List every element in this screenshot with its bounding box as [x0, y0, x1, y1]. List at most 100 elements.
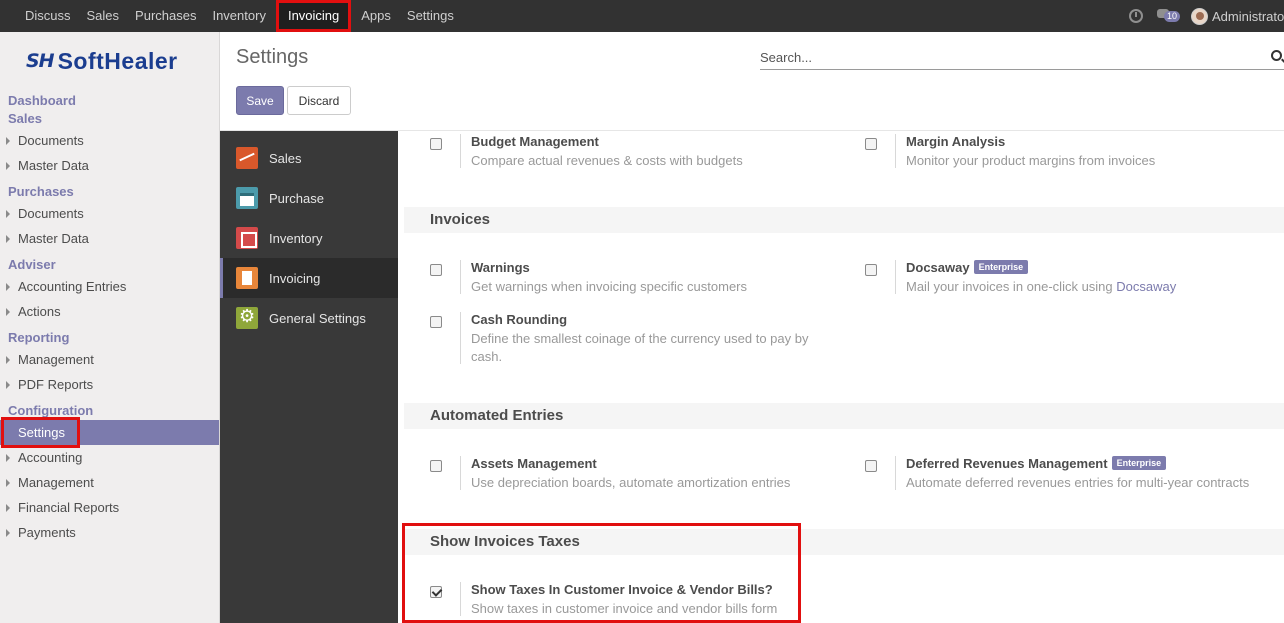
sidebar-section-reporting[interactable]: Reporting	[0, 329, 219, 347]
caret-right-icon	[6, 454, 10, 462]
left-sidebar: SH SoftHealer Dashboard Sales Documents …	[0, 32, 220, 623]
sidebar-item-sales-documents[interactable]: Documents	[0, 128, 219, 153]
sidebar-item-actions[interactable]: Actions	[0, 299, 219, 324]
top-navbar: Discuss Sales Purchases Inventory Invoic…	[0, 0, 1284, 32]
activity-clock-icon[interactable]	[1129, 9, 1143, 23]
logo-mark: SH	[26, 50, 55, 72]
assets-checkbox[interactable]	[430, 460, 442, 472]
search-icon[interactable]	[1271, 50, 1282, 61]
notification-badge: 10	[1164, 11, 1181, 22]
settings-content: Budget Management Compare actual revenue…	[398, 131, 1284, 623]
section-invoices: Invoices	[404, 207, 1284, 233]
sales-icon	[236, 147, 258, 169]
section-automated-entries: Automated Entries	[404, 403, 1284, 429]
save-button[interactable]: Save	[236, 86, 284, 115]
sidebar-item-purchases-master-data[interactable]: Master Data	[0, 226, 219, 251]
setting-title: Budget Management	[471, 134, 599, 149]
discard-button[interactable]: Discard	[287, 86, 351, 115]
setting-title: Assets Management	[471, 456, 597, 471]
caret-right-icon	[6, 356, 10, 364]
app-tab-sales[interactable]: Sales	[220, 138, 398, 178]
app-tab-invoicing[interactable]: Invoicing	[220, 258, 398, 298]
enterprise-badge: Enterprise	[973, 260, 1029, 274]
caret-right-icon	[6, 137, 10, 145]
setting-title: Docsaway Enterprise	[906, 260, 1029, 275]
caret-right-icon	[6, 162, 10, 170]
caret-right-icon	[6, 283, 10, 291]
settings-app-nav: Sales Purchase Inventory Invoicing Gener…	[220, 131, 398, 623]
gear-icon	[236, 306, 258, 329]
menu-discuss[interactable]: Discuss	[17, 0, 79, 32]
setting-description: Use depreciation boards, automate amorti…	[471, 475, 791, 490]
divider	[895, 260, 896, 294]
divider	[895, 456, 896, 490]
caret-right-icon	[6, 210, 10, 218]
sidebar-item-financial-reports[interactable]: Financial Reports	[0, 495, 219, 520]
purchase-icon	[236, 187, 258, 209]
divider	[460, 260, 461, 294]
sidebar-item-pdf-reports[interactable]: PDF Reports	[0, 372, 219, 397]
divider	[460, 456, 461, 490]
cash-rounding-checkbox[interactable]	[430, 316, 442, 328]
menu-settings[interactable]: Settings	[399, 0, 462, 32]
caret-right-icon	[6, 529, 10, 537]
user-menu[interactable]: Administrator	[1212, 9, 1284, 24]
systray: 10 Administrator	[1129, 0, 1284, 32]
app-tab-purchase[interactable]: Purchase	[220, 178, 398, 218]
sidebar-section-purchases[interactable]: Purchases	[0, 183, 219, 201]
sidebar-item-accounting[interactable]: Accounting	[0, 445, 219, 470]
deferred-checkbox[interactable]	[865, 460, 877, 472]
warnings-checkbox[interactable]	[430, 264, 442, 276]
setting-title: Deferred Revenues Management Enterprise	[906, 456, 1167, 471]
setting-title: Show Taxes In Customer Invoice & Vendor …	[471, 582, 773, 597]
app-tab-general-settings[interactable]: General Settings	[220, 298, 398, 338]
setting-description: Show taxes in customer invoice and vendo…	[471, 601, 778, 616]
setting-title: Margin Analysis	[906, 134, 1006, 149]
main-menu: Discuss Sales Purchases Inventory Invoic…	[0, 0, 462, 32]
menu-inventory[interactable]: Inventory	[204, 0, 273, 32]
sidebar-section-adviser[interactable]: Adviser	[0, 256, 219, 274]
app-tab-inventory[interactable]: Inventory	[220, 218, 398, 258]
caret-right-icon	[6, 381, 10, 389]
divider	[460, 134, 461, 168]
divider	[895, 134, 896, 168]
control-panel: Settings Save Discard	[220, 32, 1284, 131]
docsaway-link[interactable]: Docsaway	[1116, 279, 1176, 294]
setting-description: Monitor your product margins from invoic…	[906, 153, 1156, 168]
menu-purchases[interactable]: Purchases	[127, 0, 204, 32]
section-show-invoices-taxes: Show Invoices Taxes	[404, 529, 1284, 555]
logo-text: SoftHealer	[57, 47, 178, 74]
menu-sales[interactable]: Sales	[79, 0, 128, 32]
show-taxes-checkbox[interactable]	[430, 586, 442, 598]
sidebar-item-reporting-management[interactable]: Management	[0, 347, 219, 372]
menu-invoicing[interactable]: Invoicing	[275, 0, 352, 32]
setting-title: Warnings	[471, 260, 530, 275]
budget-checkbox[interactable]	[430, 138, 442, 150]
caret-right-icon	[6, 308, 10, 316]
messaging-icon[interactable]: 10	[1157, 8, 1181, 24]
setting-description: Mail your invoices in one-click using Do…	[906, 279, 1177, 294]
search-input[interactable]	[760, 46, 1260, 68]
sidebar-item-accounting-entries[interactable]: Accounting Entries	[0, 274, 219, 299]
sidebar-section-sales[interactable]: Sales	[0, 110, 219, 128]
divider	[460, 312, 461, 364]
user-avatar[interactable]	[1191, 7, 1208, 25]
setting-description: Get warnings when invoicing specific cus…	[471, 279, 748, 294]
menu-apps[interactable]: Apps	[353, 0, 399, 32]
sidebar-item-settings[interactable]: Settings	[0, 417, 219, 448]
caret-right-icon	[6, 504, 10, 512]
caret-right-icon	[6, 235, 10, 243]
caret-right-icon	[6, 479, 10, 487]
divider	[460, 582, 461, 616]
enterprise-badge: Enterprise	[1111, 456, 1167, 470]
page-title: Settings	[236, 46, 309, 68]
sidebar-section-configuration[interactable]: Configuration	[0, 402, 219, 420]
sidebar-section-dashboard[interactable]: Dashboard	[0, 92, 219, 110]
sidebar-item-sales-master-data[interactable]: Master Data	[0, 153, 219, 178]
sidebar-item-payments[interactable]: Payments	[0, 520, 219, 545]
sidebar-item-purchases-documents[interactable]: Documents	[0, 201, 219, 226]
margin-checkbox[interactable]	[865, 138, 877, 150]
setting-description: Automate deferred revenues entries for m…	[906, 475, 1250, 490]
sidebar-item-config-management[interactable]: Management	[0, 470, 219, 495]
docsaway-checkbox[interactable]	[865, 264, 877, 276]
